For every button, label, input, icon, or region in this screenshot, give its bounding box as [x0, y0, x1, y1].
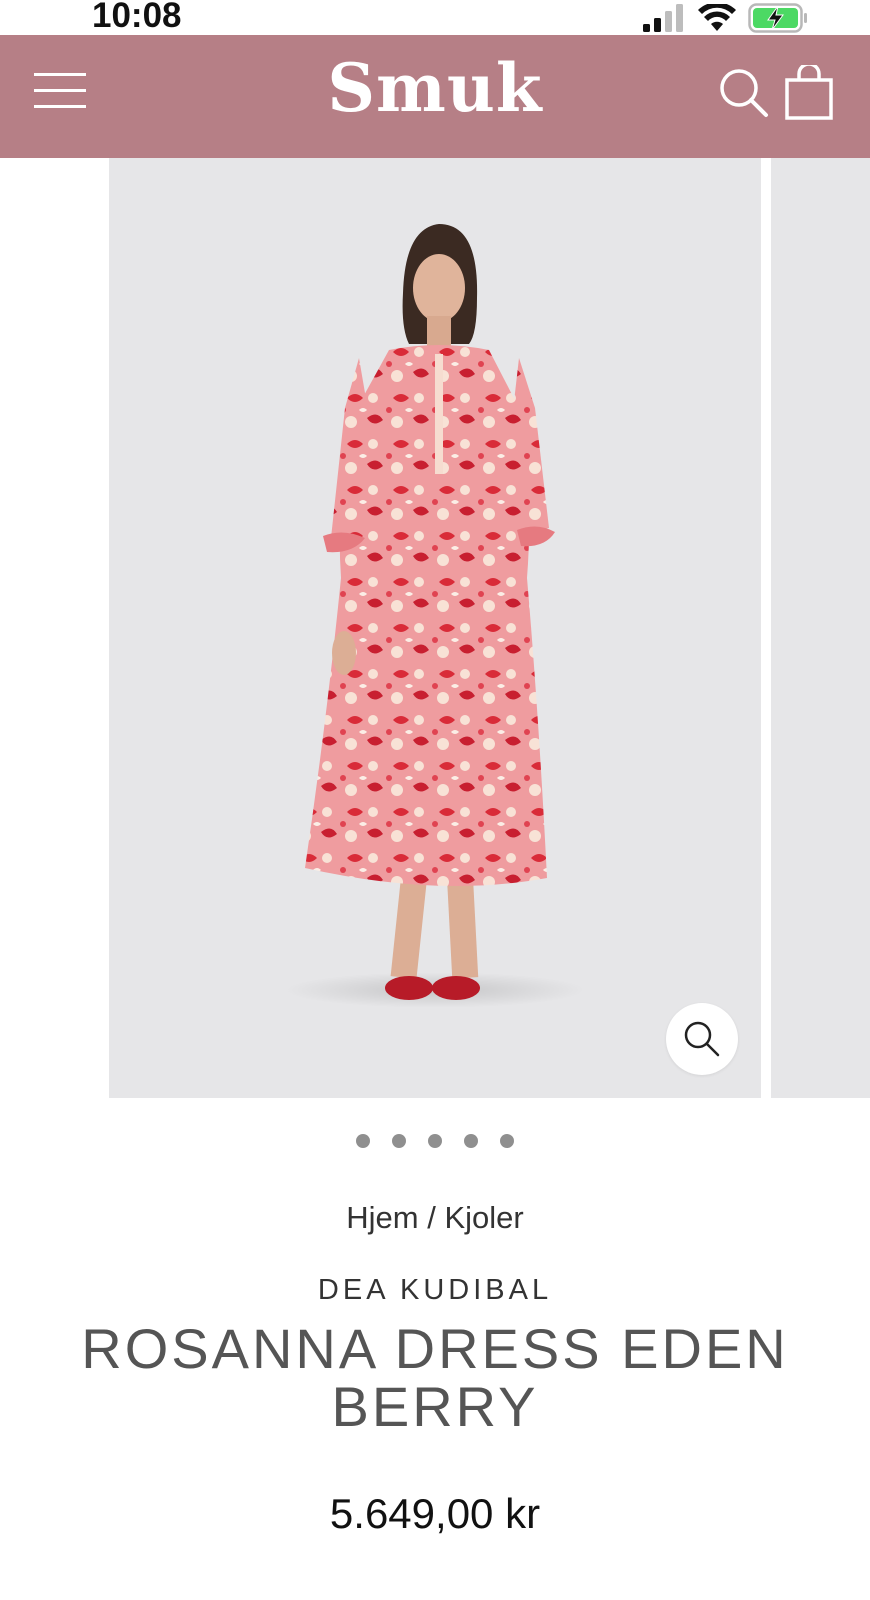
product-image[interactable]	[109, 158, 761, 1098]
product-brand[interactable]: DEA KUDIBAL	[0, 1274, 870, 1307]
breadcrumb: Hjem / Kjoler	[0, 1200, 870, 1236]
zoom-button[interactable]	[666, 1003, 738, 1075]
pagination-dot[interactable]	[428, 1134, 442, 1148]
breadcrumb-separator: /	[427, 1200, 436, 1235]
product-title: ROSANNA DRESS EDEN BERRY	[81, 1317, 789, 1438]
pagination-dot[interactable]	[356, 1134, 370, 1148]
site-header: Smuk	[0, 35, 870, 158]
pagination-dot[interactable]	[464, 1134, 478, 1148]
signal-icon	[643, 4, 683, 32]
battery-charging-icon	[748, 3, 807, 33]
search-button[interactable]	[718, 67, 770, 119]
wifi-icon	[698, 4, 736, 31]
zoom-icon	[684, 1021, 720, 1057]
breadcrumb-category-link[interactable]: Kjoler	[444, 1200, 523, 1235]
pagination-dot[interactable]	[392, 1134, 406, 1148]
next-image-preview[interactable]	[771, 158, 870, 1098]
breadcrumb-home-link[interactable]: Hjem	[346, 1200, 418, 1235]
product-gallery[interactable]	[0, 158, 870, 1098]
gallery-pagination	[0, 1134, 870, 1148]
shopping-bag-icon	[785, 62, 833, 120]
pagination-dot[interactable]	[500, 1134, 514, 1148]
model-photo	[285, 224, 585, 1008]
search-icon	[720, 69, 768, 117]
cart-button[interactable]	[784, 62, 834, 121]
status-bar: 10:08	[0, 0, 870, 35]
status-icons	[642, 2, 808, 34]
status-time: 10:08	[92, 0, 182, 35]
product-price: 5.649,00 kr	[329, 1490, 541, 1537]
